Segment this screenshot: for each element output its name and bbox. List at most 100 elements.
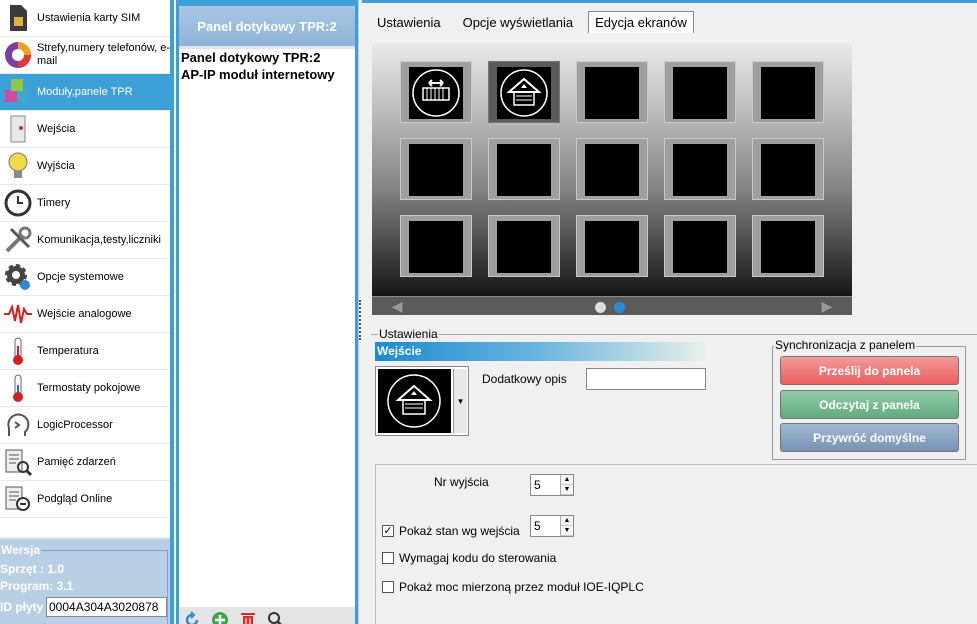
version-panel: Wersja Sprzęt : 1.0 Program: 3.1 ID płyt… xyxy=(0,537,170,624)
hardware-version: Sprzęt : 1.0 xyxy=(0,562,65,576)
sidebar-item-event-log[interactable]: Pamięć zdarzeń xyxy=(0,444,174,481)
screen-tile[interactable] xyxy=(488,138,560,200)
tab-screen-edit[interactable]: Edycja ekranów xyxy=(588,11,694,33)
sidebar-item-label: Podgląd Online xyxy=(37,492,113,505)
screen-tile[interactable] xyxy=(400,61,472,123)
device-item-ap-ip[interactable]: AP-IP moduł internetowy xyxy=(179,66,355,83)
sidebar-item-communication[interactable]: Komunikacja,testy,liczniki xyxy=(0,222,174,259)
screen-tile[interactable] xyxy=(576,61,648,123)
sidebar-item-outputs[interactable]: Wyjścia xyxy=(0,148,174,185)
stepper-down-icon[interactable]: ▼ xyxy=(561,526,573,536)
output-number-value: 5 xyxy=(534,478,541,492)
board-id-label: ID płyty xyxy=(0,599,44,614)
add-icon[interactable] xyxy=(210,610,230,624)
show-state-checkbox[interactable]: ✓ xyxy=(382,525,394,537)
chevron-down-icon[interactable]: ▼ xyxy=(453,369,467,433)
waveform-icon xyxy=(1,297,35,331)
inputs-door-icon xyxy=(1,112,35,146)
device-item-tpr[interactable]: Panel dotykowy TPR:2 xyxy=(179,49,355,66)
icon-preview xyxy=(378,369,451,433)
sidebar: Ustawienia karty SIM Strefy,numery telef… xyxy=(0,0,174,624)
sidebar-item-label: Temperatura xyxy=(37,344,99,357)
tile-slot xyxy=(673,144,727,196)
icon-selector[interactable]: ▼ xyxy=(375,366,469,436)
stepper-down-icon[interactable]: ▼ xyxy=(561,485,573,495)
screen-tile[interactable] xyxy=(664,215,736,277)
sidebar-item-zones[interactable]: Strefy,numery telefonów, e-mail xyxy=(0,37,174,74)
tile-slot xyxy=(585,67,639,119)
thermometer-icon xyxy=(1,334,35,368)
tab-display-options[interactable]: Opcje wyświetlania xyxy=(456,11,581,33)
garage-door-icon xyxy=(500,69,548,117)
screen-tile[interactable] xyxy=(752,61,824,123)
sidebar-item-timers[interactable]: Timery xyxy=(0,185,174,222)
sidebar-item-thermostats[interactable]: Termostaty pokojowe xyxy=(0,370,174,407)
require-code-checkbox[interactable] xyxy=(382,552,394,564)
zones-pie-icon xyxy=(1,38,35,72)
output-number-stepper[interactable]: 5 ▲ ▼ xyxy=(530,474,574,496)
screen-tile-selected[interactable] xyxy=(488,61,560,123)
sidebar-item-online-preview[interactable]: Podgląd Online xyxy=(0,481,174,518)
sidebar-item-label: Timery xyxy=(37,196,71,209)
tile-slot xyxy=(409,144,463,196)
modules-cubes-icon xyxy=(1,75,35,109)
read-from-panel-button[interactable]: Odczytaj z panela xyxy=(780,390,959,419)
main-area: Ustawienia Opcje wyświetlania Edycja ekr… xyxy=(362,0,977,624)
sidebar-item-inputs[interactable]: Wejścia xyxy=(0,111,174,148)
screen-tile[interactable] xyxy=(664,61,736,123)
device-toolbar xyxy=(182,610,286,624)
sidebar-item-label: LogicProcessor xyxy=(37,418,113,431)
screen-tile[interactable] xyxy=(400,138,472,200)
sim-card-icon xyxy=(1,1,35,35)
settings-legend: Ustawienia xyxy=(378,327,439,341)
sidebar-item-system-options[interactable]: Opcje systemowe xyxy=(0,259,174,296)
clock-icon xyxy=(1,186,35,220)
extra-description-field[interactable] xyxy=(586,368,706,390)
screen-tile[interactable] xyxy=(576,215,648,277)
show-state-label: Pokaż stan wg wejścia xyxy=(399,524,520,538)
output-number-label: Nr wyjścia xyxy=(434,475,489,489)
sidebar-item-modules[interactable]: Moduły,panele TPR xyxy=(0,74,174,111)
version-fieldset: Wersja Sprzęt : 1.0 Program: 3.1 ID płyt… xyxy=(0,543,168,624)
next-page-button[interactable]: ▶ xyxy=(802,297,852,315)
board-id-row: ID płyty xyxy=(0,597,167,617)
sidebar-item-label: Ustawienia karty SIM xyxy=(37,11,141,24)
screen-tile[interactable] xyxy=(752,215,824,277)
screen-tile[interactable] xyxy=(400,215,472,277)
stepper-arrows[interactable]: ▲ ▼ xyxy=(560,516,573,536)
sidebar-item-logicprocessor[interactable]: LogicProcessor xyxy=(0,407,174,444)
sidebar-item-sim[interactable]: Ustawienia karty SIM xyxy=(0,0,174,37)
tile-slot xyxy=(761,144,815,196)
stepper-up-icon[interactable]: ▲ xyxy=(561,475,573,485)
screen-tile[interactable] xyxy=(576,138,648,200)
page-dot-2[interactable] xyxy=(614,302,625,313)
refresh-icon[interactable] xyxy=(182,610,202,624)
prev-page-button[interactable]: ◀ xyxy=(372,297,422,315)
sidebar-item-label: Wyjścia xyxy=(37,159,75,172)
tab-bar: Ustawienia Opcje wyświetlania Edycja ekr… xyxy=(370,11,702,33)
tile-slot xyxy=(761,221,815,273)
extra-description-label: Dodatkowy opis xyxy=(482,372,567,386)
show-power-checkbox[interactable] xyxy=(382,581,394,593)
outputs-bulb-icon xyxy=(1,149,35,183)
sidebar-item-analog-input[interactable]: Wejście analogowe xyxy=(0,296,174,333)
send-to-panel-button[interactable]: Prześlij do panela xyxy=(780,356,959,385)
search-icon[interactable] xyxy=(266,610,286,624)
restore-defaults-button[interactable]: Przywróć domyślne xyxy=(780,423,959,452)
show-state-stepper[interactable]: 5 ▲ ▼ xyxy=(530,515,574,537)
screen-tile[interactable] xyxy=(664,138,736,200)
page-dot-1[interactable] xyxy=(595,302,606,313)
sidebar-item-label: Komunikacja,testy,liczniki xyxy=(37,233,161,246)
board-id-field[interactable] xyxy=(46,597,167,617)
stepper-up-icon[interactable]: ▲ xyxy=(561,516,573,526)
tab-settings[interactable]: Ustawienia xyxy=(370,11,448,33)
screen-tile[interactable] xyxy=(752,138,824,200)
screen-tile[interactable] xyxy=(488,215,560,277)
splitter-grip[interactable] xyxy=(359,300,361,340)
sidebar-edge xyxy=(170,0,174,624)
delete-icon[interactable] xyxy=(238,610,258,624)
sidebar-item-label: Wejścia xyxy=(37,122,76,135)
device-list: Panel dotykowy TPR:2 AP-IP moduł interne… xyxy=(179,49,355,607)
stepper-arrows[interactable]: ▲ ▼ xyxy=(560,475,573,495)
sidebar-item-temperature[interactable]: Temperatura xyxy=(0,333,174,370)
